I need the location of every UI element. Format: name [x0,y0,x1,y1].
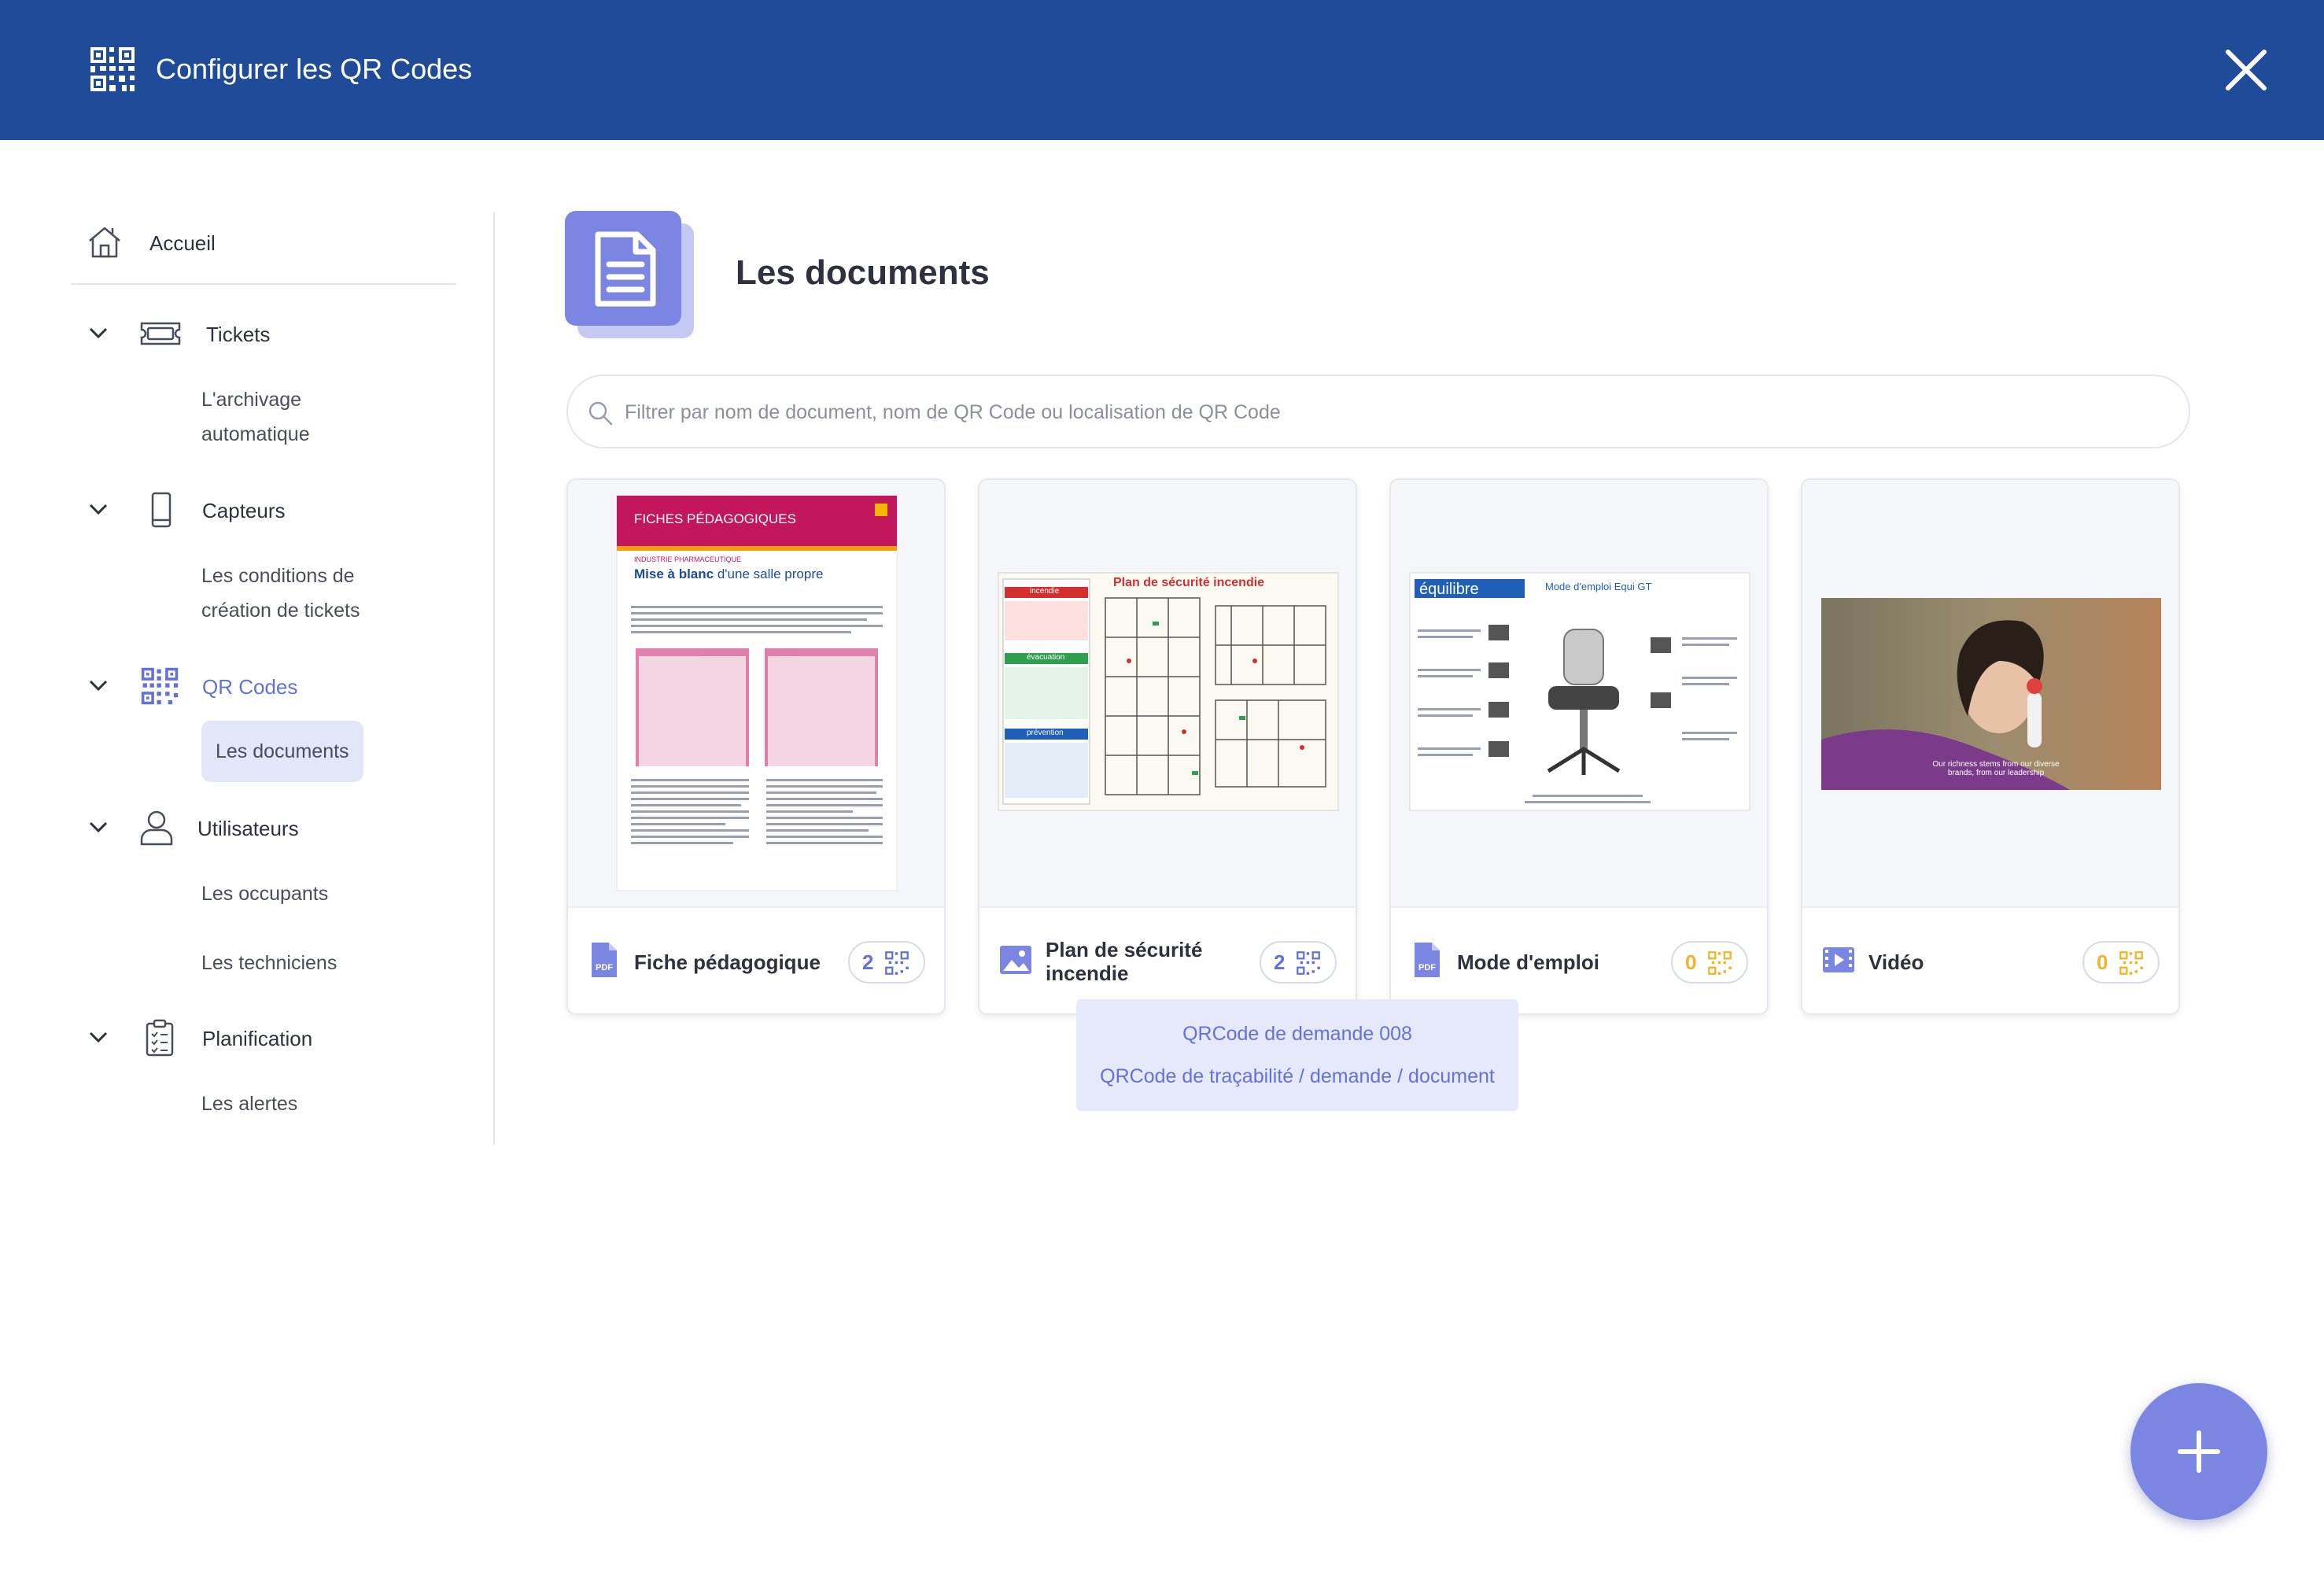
tooltip-item[interactable]: QRCode de demande 008 [1076,1023,1518,1046]
sidebar-section-label: QR Codes [202,675,298,699]
qr-count: 0 [2097,950,2108,974]
pdf-icon: PDF [592,943,617,977]
sidebar-item-les-occupants[interactable]: Les occupants [201,876,328,911]
thumb-heading: Mode d'emploi Equi GT [1545,581,1652,592]
sidebar-divider [493,212,495,1145]
qr-count: 2 [862,950,874,974]
video-icon [1823,947,1854,972]
document-name-line1: Plan de sécurité [1046,938,1203,961]
document-name: Fiche pédagogique [634,950,821,974]
search-icon [588,401,613,426]
qr-count: 2 [1274,950,1286,974]
thumb-tag-prevention: prévention [1027,729,1064,737]
document-card-fiche-pedagogique[interactable]: FICHES PÉDAGOGIQUES INDUSTRIE PHARMACEUT… [566,478,946,1015]
thumb-tag-evacuation: évacuation [1027,653,1065,662]
svg-text:PDF: PDF [596,963,613,972]
pdf-page-preview [616,495,898,891]
document-thumbnail[interactable]: équilibre Mode d'emploi Equi GT [1391,480,1767,908]
video-caption: Our richness stems from our diverse bran… [1917,760,2075,777]
chevron-down-icon[interactable] [88,325,109,341]
document-card-video[interactable]: Our richness stems from our diverse bran… [1801,478,2180,1015]
close-icon[interactable] [2223,47,2269,93]
divider [71,283,456,285]
image-preview [998,572,1339,811]
sidebar-item-label: Accueil [149,231,216,255]
qr-codes-tooltip: QRCode de demande 008 QRCode de traçabil… [1076,999,1518,1111]
sidebar-section-tickets[interactable]: Tickets [79,311,472,358]
pdf-icon: PDF [1415,943,1440,977]
tooltip-item[interactable]: QRCode de traçabilité / demande / docume… [1076,1065,1518,1088]
sidebar-item-les-alertes[interactable]: Les alertes [201,1087,297,1121]
pdf-page-preview [1409,572,1750,811]
sidebar-item-label: création de tickets [201,600,360,622]
thumb-heading: Mise à blanc d'une salle propre [634,566,823,582]
sidebar-item-label: automatique [201,423,310,445]
svg-text:PDF: PDF [1418,963,1436,972]
clipboard-icon [146,1019,174,1057]
document-name: Mode d'emploi [1457,950,1599,974]
sidebar-section-label: Utilisateurs [197,817,299,840]
sidebar-item-label: Les conditions de [201,565,355,587]
thumb-heading-rest: d'une salle propre [714,566,824,581]
sidebar-section-label: Capteurs [202,499,286,522]
search-bar[interactable] [566,375,2190,448]
qr-code-icon [90,47,135,91]
sidebar-section-qr-codes[interactable]: QR Codes [79,663,472,710]
sidebar-section-capteurs[interactable]: Capteurs [79,487,472,534]
document-thumbnail[interactable]: Our richness stems from our diverse bran… [1802,480,2178,908]
phone-icon [151,492,172,528]
qr-count-badge[interactable]: 0 [2082,941,2160,983]
thumb-brand: équilibre [1419,581,1479,598]
image-icon [1000,946,1031,974]
chevron-down-icon[interactable] [88,677,109,693]
thumb-tag-incendie: incendie [1030,587,1060,596]
thumb-heading-bold: Mise à blanc [634,566,714,581]
thumb-header: FICHES PÉDAGOGIQUES [634,511,796,526]
sidebar-item-les-techniciens[interactable]: Les techniciens [201,946,337,980]
document-icon [565,211,694,338]
document-card-mode-emploi[interactable]: équilibre Mode d'emploi Equi GT PDF Mode… [1389,478,1769,1015]
sidebar-section-planification[interactable]: Planification [79,1015,472,1062]
document-name-line2: incendie [1046,961,1129,985]
qr-code-icon [1708,951,1732,975]
sidebar-item-label: L'archivage [201,389,302,411]
chevron-down-icon[interactable] [88,819,109,835]
ticket-icon [140,322,181,345]
sidebar-item-home[interactable]: Accueil [79,222,448,266]
document-thumbnail[interactable]: Plan de sécurité incendie incendie évacu… [979,480,1356,908]
qr-count-badge[interactable]: 2 [848,941,925,983]
chevron-down-icon[interactable] [88,501,109,517]
document-card-plan-securite[interactable]: Plan de sécurité incendie incendie évacu… [978,478,1357,1015]
qr-code-icon [2119,951,2143,975]
thumb-heading: Plan de sécurité incendie [1113,576,1265,589]
sidebar-section-label: Planification [202,1027,313,1050]
search-input[interactable] [625,392,2167,433]
qr-code-icon [1297,951,1320,975]
sidebar-section-utilisateurs[interactable]: Utilisateurs [79,805,472,852]
qr-count: 0 [1685,950,1697,974]
video-caption-line2: brands, from our leadership [1947,769,2045,777]
qr-count-badge[interactable]: 2 [1260,941,1337,983]
thumb-kicker: INDUSTRIE PHARMACEUTIQUE [634,555,742,563]
sidebar-section-label: Tickets [206,323,271,346]
sidebar-item-conditions[interactable]: Les conditions de création de tickets [201,559,360,628]
app-header: Configurer les QR Codes [0,0,2324,140]
sidebar-item-archivage[interactable]: L'archivage automatique [201,382,310,452]
page-title: Les documents [736,253,990,292]
header-title: Configurer les QR Codes [156,53,473,85]
document-thumbnail[interactable]: FICHES PÉDAGOGIQUES INDUSTRIE PHARMACEUT… [568,480,944,908]
home-icon [89,227,120,258]
video-caption-line1: Our richness stems from our diverse [1932,760,2060,769]
qr-count-badge[interactable]: 0 [1671,941,1748,983]
add-document-button[interactable] [2130,1383,2267,1520]
document-name: Plan de sécurité incendie [1046,938,1250,985]
document-name: Vidéo [1868,950,1924,974]
qr-code-icon [141,667,179,705]
user-icon [140,810,173,846]
video-preview [1821,598,2161,790]
sidebar-item-les-documents[interactable]: Les documents [201,721,363,782]
chevron-down-icon[interactable] [88,1029,109,1045]
plus-icon [2178,1430,2220,1473]
qr-code-icon [885,951,909,975]
